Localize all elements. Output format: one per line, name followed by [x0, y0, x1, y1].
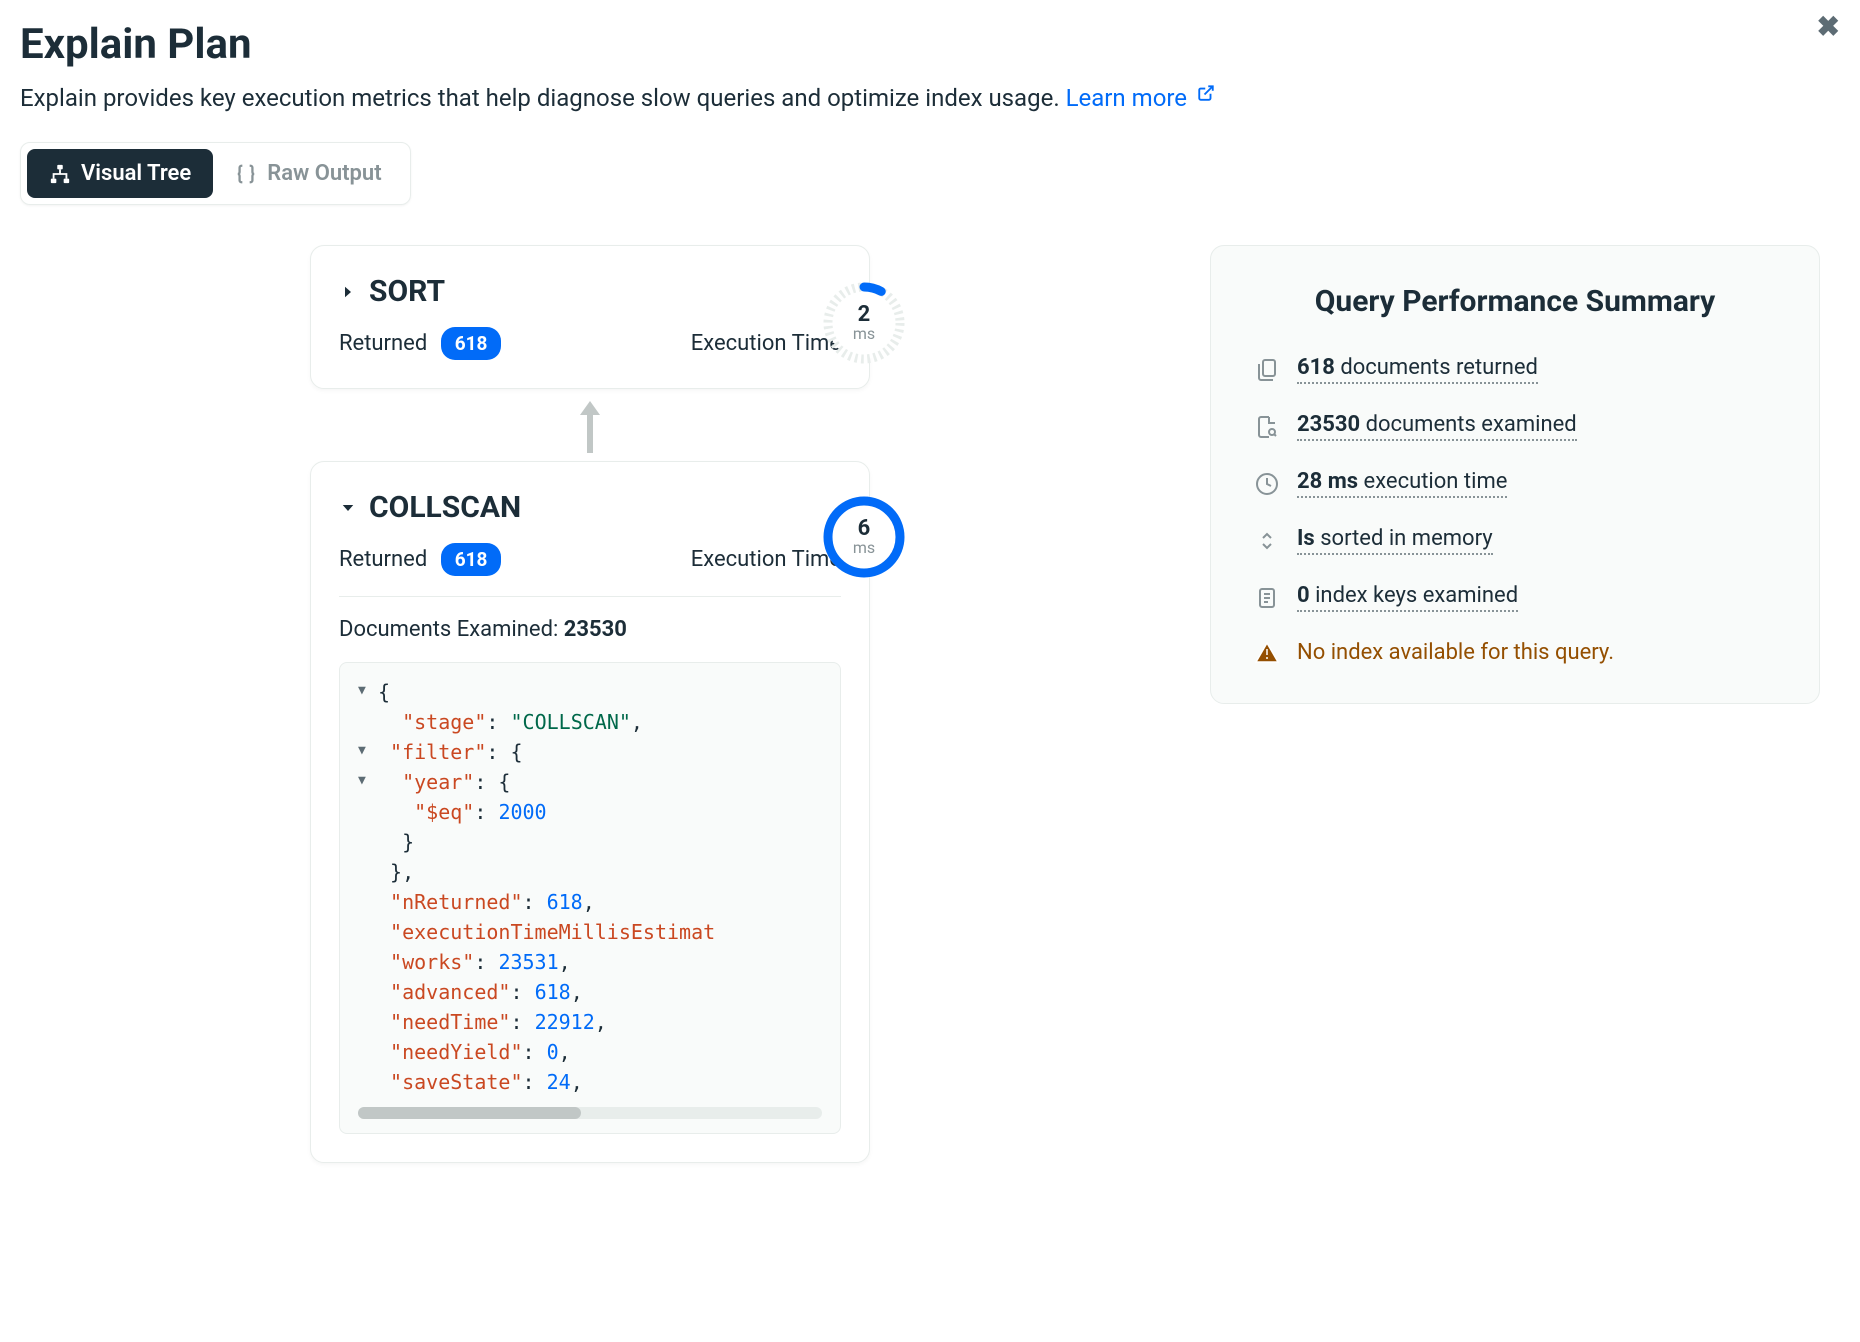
- docs-examined: Documents Examined: 23530: [339, 617, 841, 642]
- braces-icon: [235, 163, 257, 185]
- warning-text: No index available for this query.: [1297, 640, 1614, 665]
- code-val: 23531: [498, 947, 558, 977]
- tree-icon: [49, 163, 71, 185]
- code-key: "executionTimeMillisEstimat: [390, 917, 715, 947]
- documents-icon: [1255, 358, 1279, 382]
- sorted-value: Is: [1297, 526, 1315, 551]
- sort-returned-badge: 618: [441, 327, 502, 360]
- code-key: "stage": [402, 707, 486, 737]
- tab-raw-output[interactable]: Raw Output: [213, 149, 403, 198]
- summary-index-keys: 0 index keys examined: [1255, 583, 1775, 612]
- scrollbar-thumb[interactable]: [358, 1107, 581, 1119]
- collscan-time-unit: ms: [853, 540, 875, 556]
- sort-time-unit: ms: [853, 326, 875, 342]
- code-val: "COLLSCAN": [510, 707, 630, 737]
- external-link-icon: [1197, 84, 1215, 102]
- chevron-right-icon[interactable]: [339, 283, 357, 301]
- tab-visual-tree[interactable]: Visual Tree: [27, 149, 213, 198]
- collscan-time-ring: 6 ms: [819, 492, 909, 582]
- sort-icon: [1255, 529, 1279, 553]
- docs-examined-value: 23530: [564, 617, 627, 642]
- code-key: "saveState": [390, 1067, 522, 1097]
- stage-collscan-card: COLLSCAN Returned 618 Execution Time 6 m…: [310, 461, 870, 1163]
- page-subtitle: Explain provides key execution metrics t…: [20, 84, 1840, 112]
- divider: [339, 596, 841, 597]
- arrow-connector: [310, 397, 870, 453]
- caret-icon[interactable]: ▼: [358, 677, 378, 705]
- caret-icon[interactable]: ▼: [358, 737, 378, 765]
- code-key: "filter": [390, 737, 486, 767]
- code-key: "$eq": [414, 797, 474, 827]
- exec-time-value: 28 ms: [1297, 469, 1358, 494]
- clock-icon: [1255, 472, 1279, 496]
- code-val: 24: [547, 1067, 571, 1097]
- code-val: 618: [547, 887, 583, 917]
- view-tabs: Visual Tree Raw Output: [20, 142, 411, 205]
- code-key: "advanced": [390, 977, 510, 1007]
- docs-returned-value: 618: [1297, 355, 1335, 380]
- visual-tree: SORT Returned 618 Execution Time 2 ms: [310, 245, 870, 1163]
- tab-raw-output-label: Raw Output: [267, 161, 381, 186]
- summary-exec-time: 28 ms execution time: [1255, 469, 1775, 498]
- page-title: Explain Plan: [20, 20, 1840, 69]
- sort-returned-label: Returned: [339, 331, 427, 356]
- summary-warning: No index available for this query.: [1255, 640, 1775, 665]
- docs-examined-label: Documents Examined:: [339, 617, 564, 642]
- docs-examined-text: documents examined: [1360, 412, 1577, 437]
- learn-more-text: Learn more: [1066, 84, 1187, 112]
- document-search-icon: [1255, 415, 1279, 439]
- code-key: "needTime": [390, 1007, 510, 1037]
- query-performance-summary: Query Performance Summary 618 documents …: [1210, 245, 1820, 704]
- caret-icon[interactable]: ▼: [358, 767, 378, 795]
- docs-returned-text: documents returned: [1335, 355, 1538, 380]
- code-val: 0: [547, 1037, 559, 1067]
- code-key: "needYield": [390, 1037, 522, 1067]
- code-val: 2000: [498, 797, 546, 827]
- summary-docs-returned: 618 documents returned: [1255, 355, 1775, 384]
- code-key: "nReturned": [390, 887, 522, 917]
- exec-time-text: execution time: [1358, 469, 1507, 494]
- collscan-time-value: 6: [853, 518, 875, 540]
- horizontal-scrollbar[interactable]: [358, 1107, 822, 1119]
- index-keys-text: index keys examined: [1310, 583, 1519, 608]
- summary-docs-examined: 23530 documents examined: [1255, 412, 1775, 441]
- index-keys-value: 0: [1297, 583, 1310, 608]
- sort-time-ring: 2 ms: [819, 278, 909, 368]
- sorted-text: sorted in memory: [1315, 526, 1493, 551]
- docs-examined-value: 23530: [1297, 412, 1360, 437]
- stage-collscan-name: COLLSCAN: [369, 490, 521, 525]
- stage-sort-name: SORT: [369, 274, 445, 309]
- file-icon: [1255, 586, 1279, 610]
- sort-time-value: 2: [853, 304, 875, 326]
- collscan-returned-badge: 618: [441, 543, 502, 576]
- chevron-down-icon[interactable]: [339, 499, 357, 517]
- code-key: "year": [402, 767, 474, 797]
- subtitle-text: Explain provides key execution metrics t…: [20, 84, 1066, 112]
- learn-more-link[interactable]: Learn more: [1066, 84, 1215, 112]
- code-val: 22912: [535, 1007, 595, 1037]
- code-key: "works": [390, 947, 474, 977]
- code-val: 618: [535, 977, 571, 1007]
- summary-title: Query Performance Summary: [1255, 284, 1775, 319]
- close-button[interactable]: ✖: [1817, 10, 1840, 43]
- warning-icon: [1255, 641, 1279, 665]
- tab-visual-tree-label: Visual Tree: [81, 161, 191, 186]
- json-code-block: ▼{ "stage": "COLLSCAN", ▼ "filter": { ▼ …: [339, 662, 841, 1134]
- collscan-returned-label: Returned: [339, 547, 427, 572]
- summary-sorted: Is sorted in memory: [1255, 526, 1775, 555]
- stage-sort-card: SORT Returned 618 Execution Time 2 ms: [310, 245, 870, 389]
